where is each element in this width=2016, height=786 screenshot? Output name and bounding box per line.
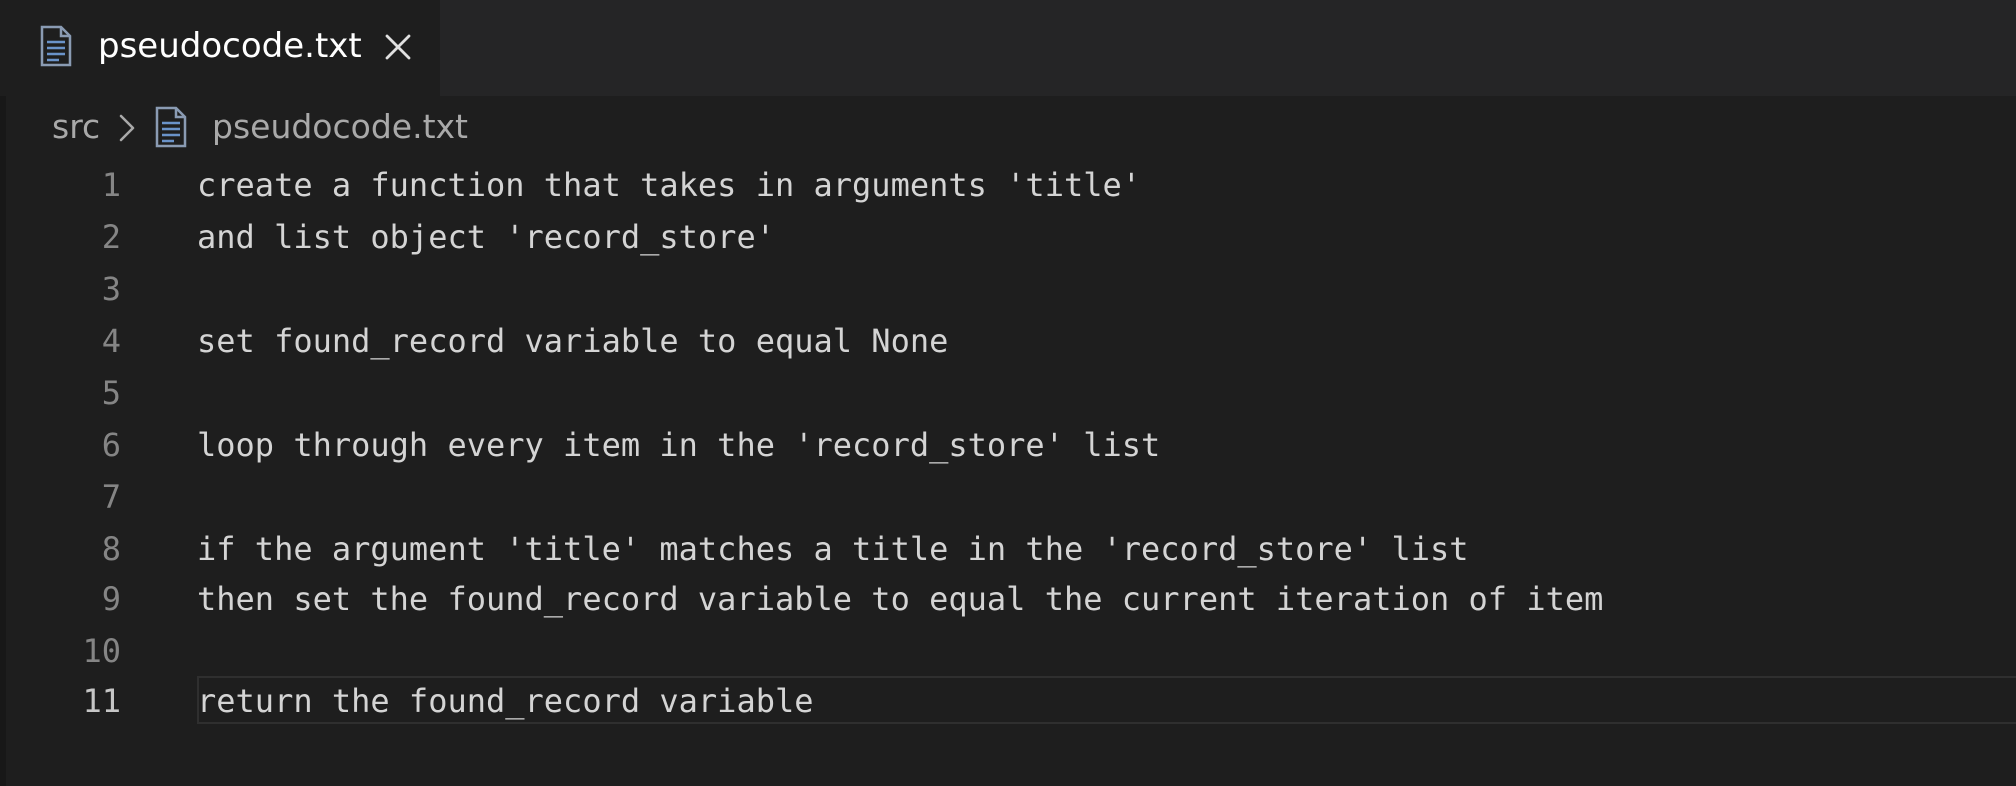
- line-text[interactable]: set found_record variable to equal None: [197, 316, 948, 366]
- line-number: 4: [101, 322, 121, 360]
- line-number: 7: [101, 478, 121, 516]
- line-number: 10: [82, 632, 121, 670]
- editor-line[interactable]: 1 create a function that takes in argume…: [0, 160, 2016, 210]
- line-text[interactable]: if the argument 'title' matches a title …: [197, 524, 1469, 574]
- editor-line[interactable]: 2 and list object 'record_store': [0, 212, 2016, 262]
- editor-line[interactable]: 7: [0, 472, 2016, 522]
- tab-pseudocode[interactable]: pseudocode.txt: [0, 0, 440, 96]
- line-number: 3: [101, 270, 121, 308]
- line-number: 6: [101, 426, 121, 464]
- line-text[interactable]: then set the found_record variable to eq…: [197, 574, 1603, 624]
- editor-line[interactable]: 3: [0, 264, 2016, 314]
- line-number: 5: [101, 374, 121, 412]
- breadcrumb-file[interactable]: pseudocode.txt: [212, 104, 468, 150]
- line-number: 11: [82, 682, 121, 720]
- editor-line[interactable]: 5: [0, 368, 2016, 418]
- close-icon[interactable]: [383, 32, 413, 62]
- file-text-icon: [155, 106, 187, 148]
- line-text[interactable]: and list object 'record_store': [197, 212, 775, 262]
- line-text[interactable]: loop through every item in the 'record_s…: [197, 420, 1160, 470]
- file-text-icon: [40, 25, 72, 67]
- tab-label: pseudocode.txt: [98, 26, 362, 66]
- line-text[interactable]: create a function that takes in argument…: [197, 160, 1141, 210]
- editor-line[interactable]: 8 if the argument 'title' matches a titl…: [0, 524, 2016, 574]
- editor-line[interactable]: 4 set found_record variable to equal Non…: [0, 316, 2016, 366]
- line-text[interactable]: return the found_record variable: [197, 676, 814, 726]
- editor-line-active[interactable]: 11 return the found_record variable: [0, 676, 2016, 726]
- line-number: 2: [101, 218, 121, 256]
- line-number: 1: [101, 166, 121, 204]
- editor-line[interactable]: 6 loop through every item in the 'record…: [0, 420, 2016, 470]
- breadcrumb: src pseudocode.txt: [0, 96, 2016, 160]
- tab-bar: pseudocode.txt: [0, 0, 2016, 96]
- line-number: 8: [101, 530, 121, 568]
- chevron-right-icon: [119, 114, 135, 142]
- editor-line[interactable]: 10: [0, 626, 2016, 676]
- text-editor[interactable]: 1 create a function that takes in argume…: [0, 160, 2016, 786]
- editor-line[interactable]: 9 then set the found_record variable to …: [0, 574, 2016, 624]
- breadcrumb-folder[interactable]: src: [52, 104, 100, 150]
- line-number: 9: [101, 580, 121, 618]
